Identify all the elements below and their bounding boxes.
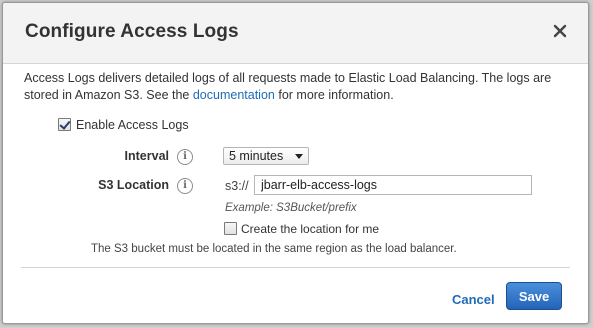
cancel-button[interactable]: Cancel: [452, 292, 495, 307]
region-note: The S3 bucket must be located in the sam…: [91, 243, 457, 255]
dialog-header: Configure Access Logs: [3, 3, 588, 64]
close-icon: [553, 24, 567, 38]
interval-selected-value: 5 minutes: [229, 149, 284, 163]
description-text: Access Logs delivers detailed logs of al…: [24, 70, 564, 104]
s3-location-input[interactable]: [254, 175, 532, 195]
create-location-label: Create the location for me: [241, 221, 380, 236]
documentation-link[interactable]: documentation: [193, 88, 275, 102]
interval-label: Interval: [124, 149, 169, 163]
create-location-checkbox[interactable]: [224, 222, 237, 236]
save-button[interactable]: Save: [506, 282, 562, 310]
create-location-row: Create the location for me: [224, 221, 379, 236]
info-icon[interactable]: i: [177, 178, 193, 194]
enable-access-logs-label: Enable Access Logs: [76, 117, 189, 132]
enable-access-logs-row: Enable Access Logs: [58, 117, 189, 132]
s3-prefix-label: s3://: [225, 179, 249, 193]
s3-example-hint: Example: S3Bucket/prefix: [225, 202, 357, 214]
configure-access-logs-dialog: Configure Access Logs Access Logs delive…: [2, 2, 589, 324]
enable-access-logs-checkbox[interactable]: [58, 118, 71, 132]
description-outro: for more information.: [274, 88, 394, 102]
close-button[interactable]: [550, 21, 570, 41]
info-icon[interactable]: i: [177, 149, 193, 165]
dialog-title: Configure Access Logs: [25, 21, 239, 42]
s3-location-label: S3 Location: [98, 178, 169, 192]
footer-divider: [21, 267, 570, 268]
dropdown-arrow-icon: [295, 154, 303, 159]
interval-select[interactable]: 5 minutes: [223, 147, 309, 165]
